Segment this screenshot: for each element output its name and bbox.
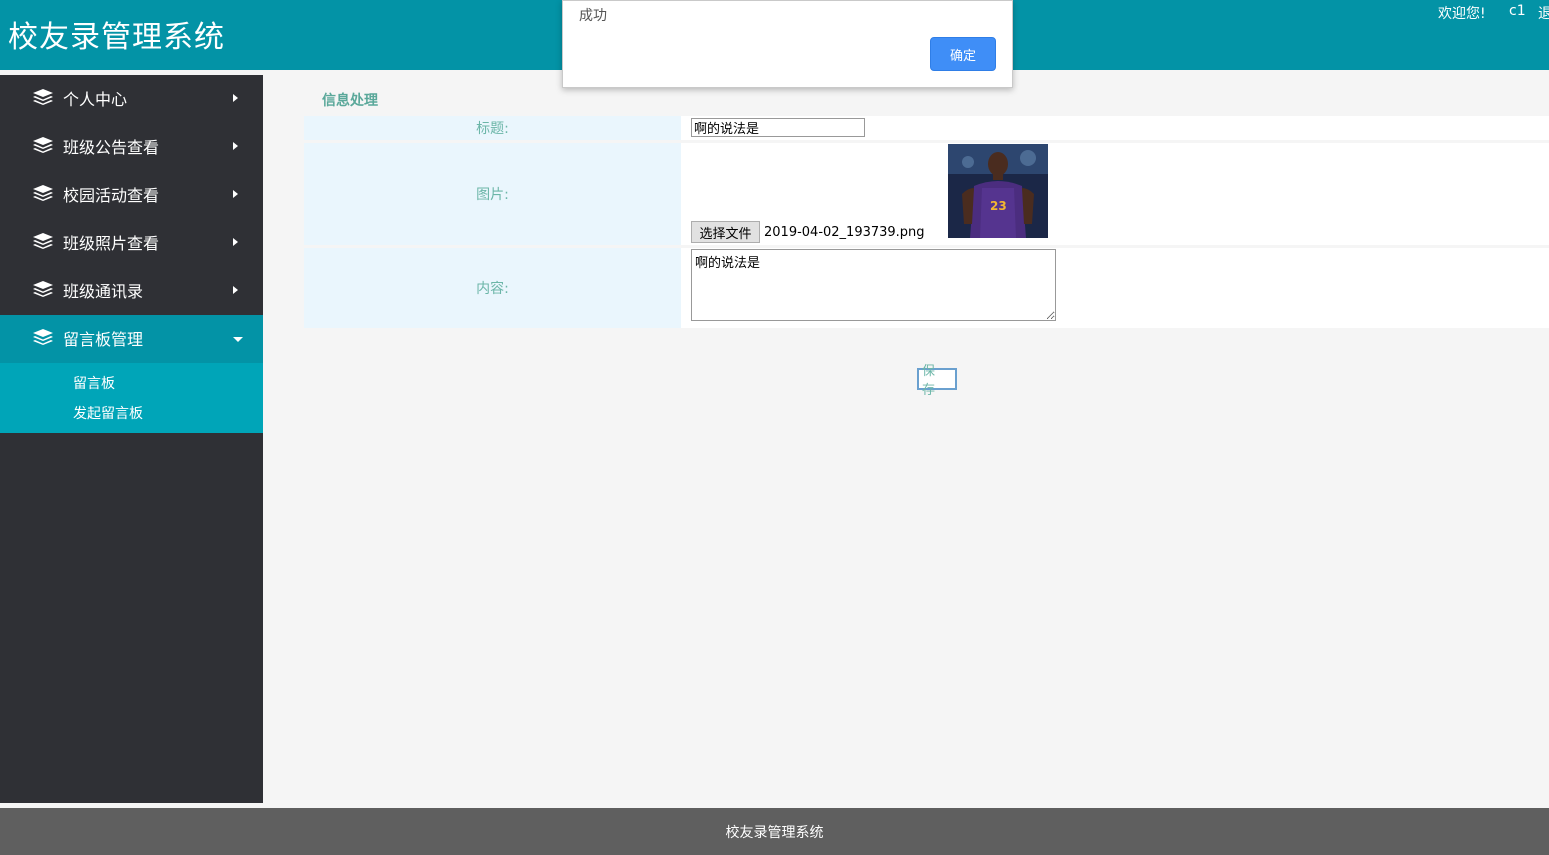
layers-icon <box>33 281 53 297</box>
content-label: 内容: <box>304 248 681 328</box>
username-link[interactable]: c1 <box>1509 3 1526 19</box>
dialog-ok-button[interactable]: 确定 <box>930 37 996 71</box>
sidebar-item-class-photos[interactable]: 班级照片查看 <box>0 219 263 267</box>
sidebar: 个人中心 班级公告查看 校园活动查看 班级照片查看 班级通讯录 留言板管理 留言… <box>0 75 263 803</box>
submenu-item-message-board[interactable]: 留言板 <box>73 373 115 393</box>
submenu-item-new-message[interactable]: 发起留言板 <box>73 403 143 423</box>
uploaded-image-preview: 23 <box>948 144 1048 238</box>
sidebar-item-label: 班级通讯录 <box>63 282 144 301</box>
layers-icon <box>33 329 53 345</box>
layers-icon <box>33 137 53 153</box>
sidebar-item-address-book[interactable]: 班级通讯录 <box>0 267 263 315</box>
sidebar-item-message-board-mgmt[interactable]: 留言板管理 <box>0 315 263 363</box>
sidebar-item-personal-center[interactable]: 个人中心 <box>0 75 263 123</box>
content-value-cell: 啊的说法是 <box>685 248 1549 328</box>
logout-link[interactable]: 退 <box>1538 3 1549 23</box>
sidebar-item-label: 个人中心 <box>63 90 128 109</box>
sidebar-item-label: 校园活动查看 <box>63 186 160 205</box>
sidebar-item-campus-events[interactable]: 校园活动查看 <box>0 171 263 219</box>
title-label: 标题: <box>304 116 681 140</box>
content-textarea[interactable]: 啊的说法是 <box>691 249 1056 321</box>
app-title: 校友录管理系统 <box>8 20 225 55</box>
sidebar-item-label: 班级照片查看 <box>63 234 160 253</box>
sidebar-item-label: 班级公告查看 <box>63 138 160 157</box>
caret-right-icon <box>233 238 238 246</box>
submenu: 留言板 发起留言板 <box>0 363 263 433</box>
form-row-content: 内容: 啊的说法是 <box>304 248 1549 328</box>
footer-text: 校友录管理系统 <box>725 824 824 841</box>
form-row-title: 标题: <box>304 116 1549 140</box>
svg-text:23: 23 <box>990 199 1007 213</box>
dialog-message: 成功 <box>579 8 607 24</box>
image-value-cell: 选择文件 2019-04-02_193739.png 23 <box>685 143 1549 245</box>
choose-file-button[interactable]: 选择文件 <box>691 221 760 243</box>
title-input[interactable] <box>691 118 865 137</box>
caret-down-icon <box>233 337 243 342</box>
save-button[interactable]: 保存 <box>917 364 957 398</box>
image-label: 图片: <box>304 143 681 245</box>
layers-icon <box>33 185 53 201</box>
sidebar-item-label: 留言板管理 <box>63 330 144 349</box>
form-row-image: 图片: 选择文件 2019-04-02_193739.png 23 <box>304 143 1549 245</box>
title-value-cell <box>685 116 1549 140</box>
caret-right-icon <box>233 286 238 294</box>
section-title: 信息处理 <box>322 93 378 109</box>
alert-dialog: 成功 确定 <box>562 0 1013 88</box>
caret-right-icon <box>233 142 238 150</box>
layers-icon <box>33 89 53 105</box>
caret-right-icon <box>233 94 238 102</box>
caret-right-icon <box>233 190 238 198</box>
layers-icon <box>33 233 53 249</box>
file-name: 2019-04-02_193739.png <box>764 225 925 240</box>
sidebar-item-class-notices[interactable]: 班级公告查看 <box>0 123 263 171</box>
footer: 校友录管理系统 <box>0 808 1549 855</box>
welcome-text: 欢迎您! <box>1438 6 1486 22</box>
